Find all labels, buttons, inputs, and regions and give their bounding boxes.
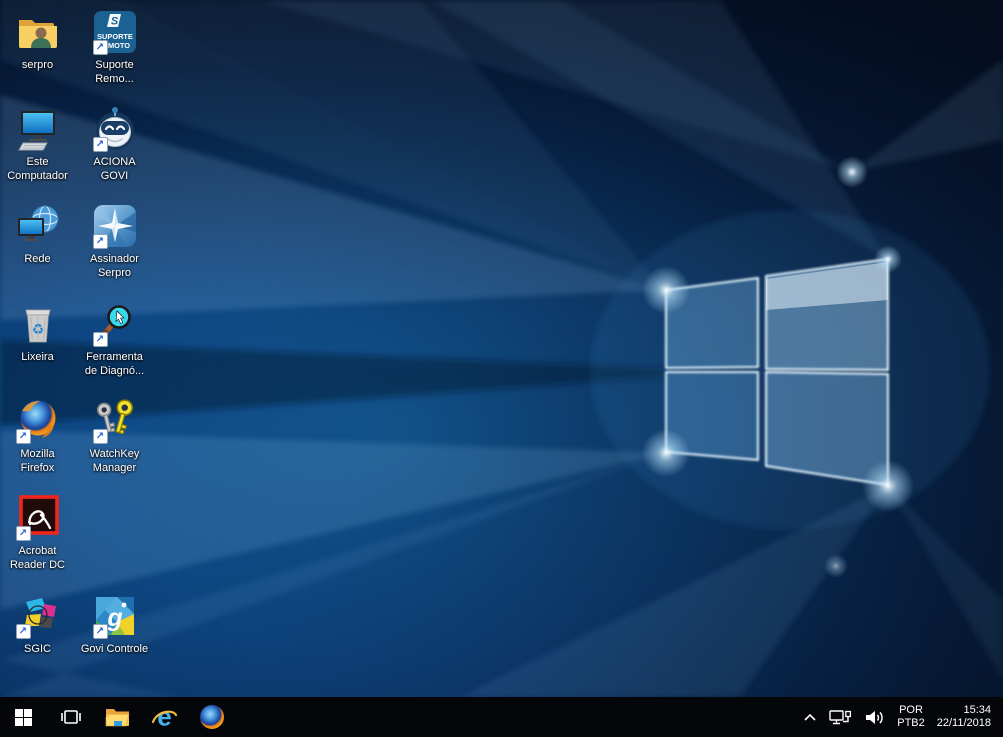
chevron-up-icon <box>804 713 816 721</box>
shortcut-arrow-icon: ↗ <box>92 624 108 639</box>
language-line2: PTB2 <box>897 717 925 729</box>
svg-text:g: g <box>106 604 122 632</box>
start-button[interactable] <box>0 697 47 737</box>
desktop-icon-este-computador[interactable]: Este Computador <box>0 105 75 183</box>
desktop-icon-rede[interactable]: Rede <box>0 202 75 267</box>
shortcut-arrow-icon: ↗ <box>92 429 108 444</box>
system-tray: POR PTB2 15:34 22/11/2018 <box>797 697 1003 737</box>
clock-date: 22/11/2018 <box>936 717 991 729</box>
icon-label: Assinador Serpro <box>90 253 139 279</box>
internet-explorer-icon: e <box>151 704 178 731</box>
svg-text:e: e <box>157 704 171 731</box>
icon-label: Rede <box>24 253 51 265</box>
icon-label: Este Computador <box>7 156 68 182</box>
desktop-icon-aciona-govi[interactable]: ↗ ACIONA GOVI <box>77 105 152 183</box>
icon-label: WatchKey Manager <box>89 448 140 474</box>
internet-explorer-button[interactable]: e <box>141 697 188 737</box>
firefox-taskbar-button[interactable] <box>188 697 235 737</box>
shortcut-arrow-icon: ↗ <box>92 332 108 347</box>
shortcut-arrow-icon: ↗ <box>15 429 31 444</box>
ethernet-network-icon <box>829 709 852 724</box>
desktop-icon-mozilla-firefox[interactable]: ↗ Mozilla Firefox <box>0 397 75 475</box>
desktop-icon-govi-controle[interactable]: g ↗ Govi Controle <box>77 592 152 657</box>
icon-label: Acrobat Reader DC <box>9 545 66 571</box>
svg-text:MOTO: MOTO <box>107 41 129 50</box>
shortcut-arrow-icon: ↗ <box>15 624 31 639</box>
network-globe-icon <box>17 205 59 241</box>
windows-start-icon <box>15 708 32 726</box>
icon-label: Govi Controle <box>80 643 149 655</box>
desktop-icon-serpro[interactable]: serpro <box>0 8 75 73</box>
icon-label: Lixeira <box>21 351 54 363</box>
desktop-icon-ferramenta-diagnostico[interactable]: ↗ Ferramenta de Diagnó... <box>77 300 152 378</box>
icon-label: Ferramenta de Diagnó... <box>84 351 145 377</box>
desktop-icon-sgic[interactable]: ↗ SGIC <box>0 592 75 657</box>
windows-desktop: serpro S SUPORTE MOTO ↗ Suporte Remo... E… <box>0 0 1003 737</box>
desktop-icon-suporte-remoto[interactable]: S SUPORTE MOTO ↗ Suporte Remo... <box>77 8 152 86</box>
recycle-bin-icon: ♻ <box>25 309 50 343</box>
desktop-icon-lixeira[interactable]: ♻ Lixeira <box>0 300 75 365</box>
clock-time: 15:34 <box>963 704 991 716</box>
icon-label: Suporte Remo... <box>95 59 134 85</box>
file-explorer-button[interactable] <box>94 697 141 737</box>
shortcut-arrow-icon: ↗ <box>92 40 108 55</box>
task-view-icon <box>60 710 81 724</box>
icon-label: SGIC <box>24 643 51 655</box>
shortcut-arrow-icon: ↗ <box>92 234 108 249</box>
icon-label: Mozilla Firefox <box>20 448 55 474</box>
svg-text:S: S <box>110 16 118 28</box>
task-view-button[interactable] <box>47 697 94 737</box>
firefox-icon <box>199 705 224 729</box>
speaker-icon <box>866 710 883 724</box>
file-explorer-icon <box>105 708 130 726</box>
icon-label: serpro <box>21 59 54 71</box>
this-pc-icon <box>17 111 55 151</box>
desktop-icon-assinador-serpro[interactable]: ↗ Assinador Serpro <box>77 202 152 280</box>
shortcut-arrow-icon: ↗ <box>92 137 108 152</box>
language-indicator[interactable]: POR PTB2 <box>891 697 931 737</box>
show-hidden-icons-button[interactable] <box>797 697 823 737</box>
network-tray-button[interactable] <box>823 697 859 737</box>
svg-text:♻: ♻ <box>31 321 44 337</box>
desktop-icon-watchkey-manager[interactable]: ↗ WatchKey Manager <box>77 397 152 475</box>
desktop-icon-acrobat-reader[interactable]: ↗ Acrobat Reader DC <box>0 494 75 572</box>
clock[interactable]: 15:34 22/11/2018 <box>931 697 995 737</box>
taskbar: e POR PTB2 15:34 22/11/2018 <box>0 697 1003 737</box>
user-folder-icon <box>18 20 57 48</box>
language-line1: POR <box>899 704 923 716</box>
icon-label: ACIONA GOVI <box>93 156 136 182</box>
volume-tray-button[interactable] <box>859 697 891 737</box>
shortcut-arrow-icon: ↗ <box>15 526 31 541</box>
